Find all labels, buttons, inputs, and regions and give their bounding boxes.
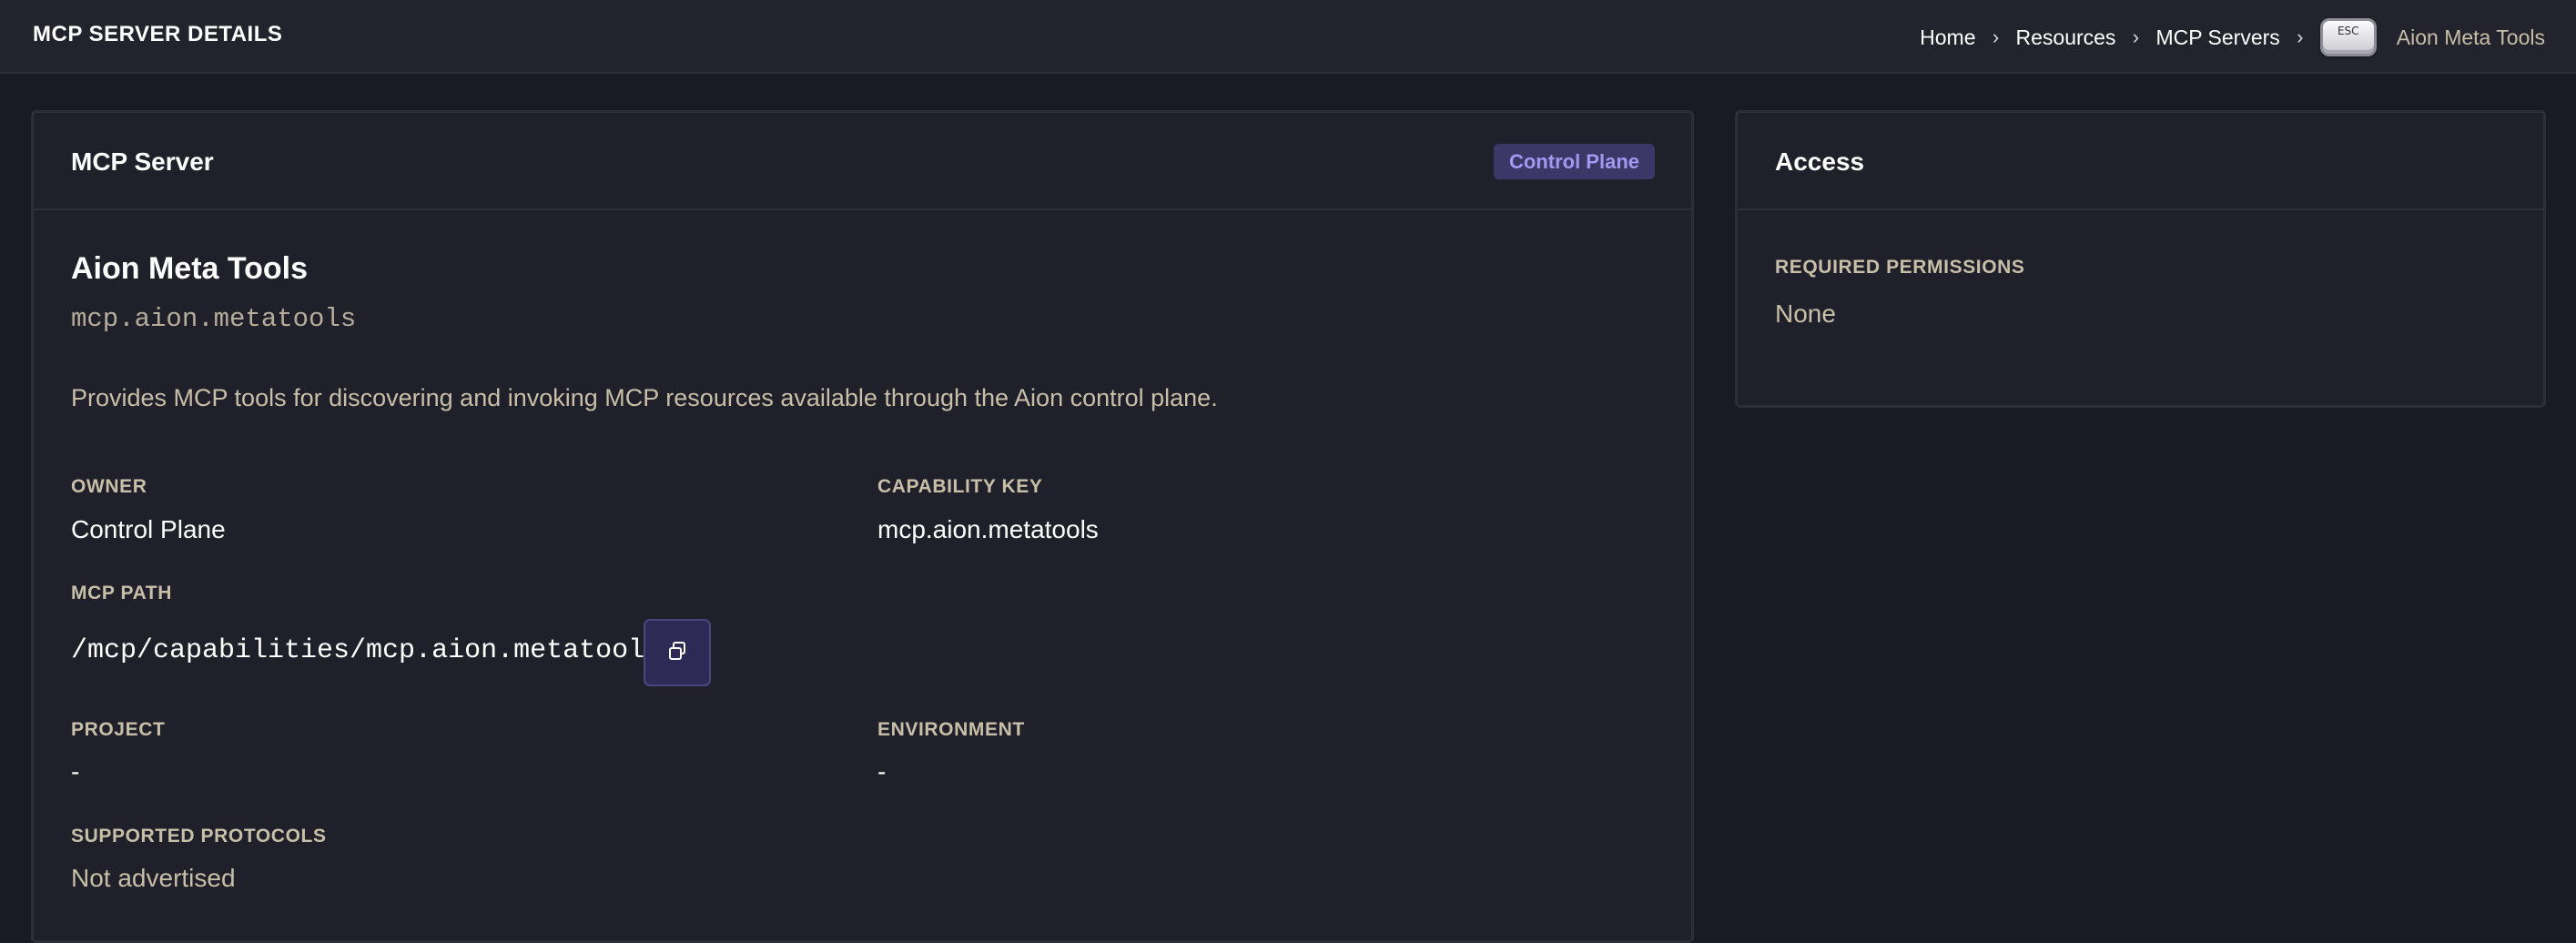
required-permissions-value: None bbox=[1775, 299, 1836, 328]
breadcrumb-resources[interactable]: Resources bbox=[2016, 25, 2116, 50]
capability-key-label: CAPABILITY KEY bbox=[877, 476, 1043, 497]
supported-protocols-label: SUPPORTED PROTOCOLS bbox=[71, 826, 327, 847]
server-description: Provides MCP tools for discovering and i… bbox=[71, 384, 1218, 411]
page-title: MCP SERVER DETAILS bbox=[33, 22, 283, 46]
copy-icon bbox=[667, 641, 687, 665]
mcp-path-value: /mcp/capabilities/mcp.aion.metatools bbox=[71, 635, 662, 666]
owner-value: Control Plane bbox=[71, 515, 226, 543]
project-value: - bbox=[71, 757, 80, 786]
copy-path-button[interactable] bbox=[644, 619, 711, 686]
supported-protocols-value: Not advertised bbox=[71, 864, 236, 892]
mcp-server-card: MCP Server Control Plane Aion Meta Tools… bbox=[31, 110, 1694, 943]
breadcrumb-home[interactable]: Home bbox=[1920, 25, 1975, 50]
environment-value: - bbox=[877, 757, 887, 786]
access-card: Access REQUIRED PERMISSIONS None bbox=[1735, 110, 2546, 408]
required-permissions-label: REQUIRED PERMISSIONS bbox=[1775, 257, 2025, 278]
top-bar: MCP SERVER DETAILS Home › Resources › MC… bbox=[0, 0, 2576, 74]
owner-badge: Control Plane bbox=[1493, 144, 1655, 179]
chevron-right-icon: › bbox=[2297, 25, 2304, 48]
environment-label: ENVIRONMENT bbox=[877, 719, 1025, 740]
breadcrumb-current: Aion Meta Tools bbox=[2396, 25, 2545, 49]
breadcrumb-mcp-servers[interactable]: MCP Servers bbox=[2155, 25, 2279, 50]
server-id: mcp.aion.metatools bbox=[71, 304, 357, 334]
card-header: Access bbox=[1738, 113, 2543, 210]
card-title: MCP Server bbox=[71, 147, 214, 176]
chevron-right-icon: › bbox=[1992, 25, 2000, 48]
capability-key-value: mcp.aion.metatools bbox=[877, 515, 1099, 543]
card-header: MCP Server Control Plane bbox=[34, 113, 1691, 210]
esc-key-button[interactable]: ESC bbox=[2319, 18, 2377, 56]
server-name: Aion Meta Tools bbox=[71, 251, 309, 286]
mcp-path-label: MCP PATH bbox=[71, 583, 172, 603]
card-title: Access bbox=[1775, 147, 1865, 176]
chevron-right-icon: › bbox=[2132, 25, 2140, 48]
owner-label: OWNER bbox=[71, 476, 147, 497]
breadcrumb: Home › Resources › MCP Servers › ESC Aio… bbox=[1920, 18, 2545, 56]
project-label: PROJECT bbox=[71, 719, 166, 740]
